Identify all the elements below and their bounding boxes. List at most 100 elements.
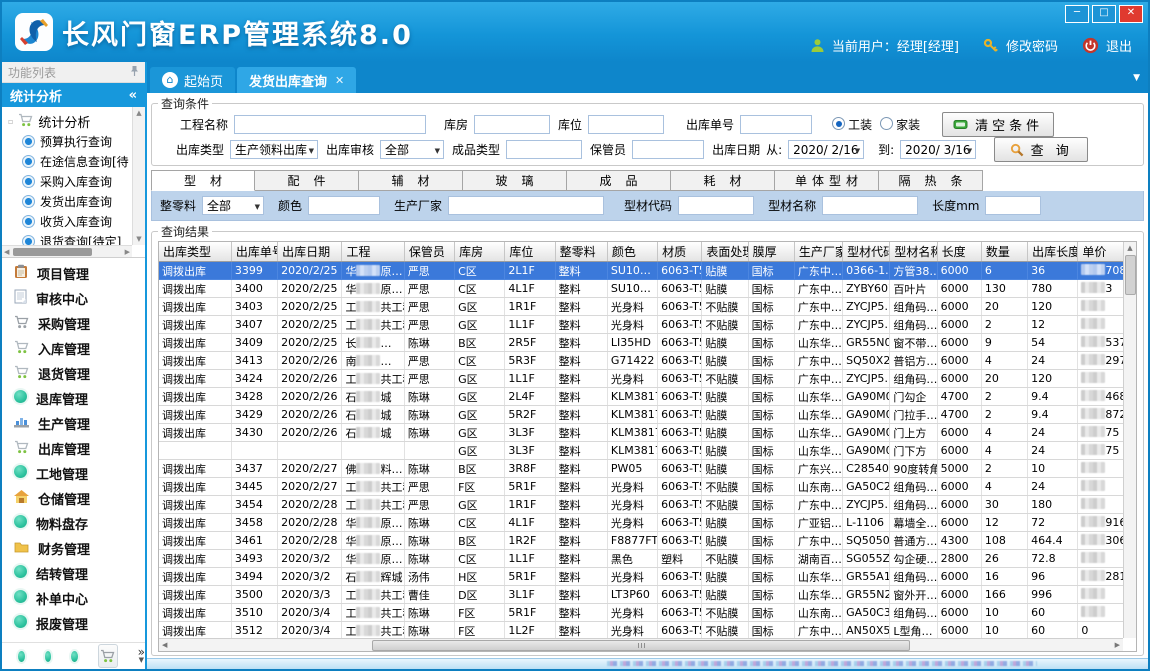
project-name-input[interactable] xyxy=(234,115,426,134)
radio-jiazhuang[interactable] xyxy=(880,117,893,130)
column-header[interactable]: 颜色 xyxy=(607,242,657,262)
collapse-icon[interactable]: « xyxy=(129,88,137,103)
sidebar-menu-item[interactable]: 仓储管理 xyxy=(2,486,145,511)
material-tab[interactable]: 型材 xyxy=(151,170,255,191)
sidebar-menu-item[interactable]: 财务管理 xyxy=(2,536,145,561)
scrollbar-thumb[interactable] xyxy=(13,248,91,256)
material-tab[interactable]: 玻璃 xyxy=(463,170,567,191)
table-row[interactable]: 调拨出库34452020/2/27工共工程严思F区5R1F整料光身料6063-T… xyxy=(159,478,1123,496)
keeper-input[interactable] xyxy=(632,140,704,159)
column-header[interactable]: 膜厚 xyxy=(748,242,794,262)
column-header[interactable]: 材质 xyxy=(658,242,702,262)
table-row[interactable]: 调拨出库34542020/2/28工共工程严思G区1R1F整料光身料6063-T… xyxy=(159,496,1123,514)
close-button[interactable]: ✕ xyxy=(1119,5,1143,23)
cart-module-button[interactable] xyxy=(98,644,118,668)
column-header[interactable]: 保管员 xyxy=(404,242,454,262)
sidebar-menu-item[interactable]: 项目管理 xyxy=(2,261,145,286)
search-button[interactable]: 查 询 xyxy=(994,137,1088,162)
sidebar-menu-item[interactable]: 出库管理 xyxy=(2,436,145,461)
date-to-picker[interactable]: 2020/ 3/16 xyxy=(900,140,976,159)
table-row[interactable]: 调拨出库34002020/2/25华原…严思C区4L1F整料SU10…6063-… xyxy=(159,280,1123,298)
sidebar-menu-item[interactable]: 结转管理 xyxy=(2,561,145,586)
zhengling-select[interactable]: 全部 xyxy=(202,196,264,215)
audit-select[interactable]: 全部 xyxy=(380,140,444,159)
table-row[interactable]: G区3L3F整料KLM38176063-T5贴膜国标山东华…GA90M09…门下… xyxy=(159,442,1123,460)
sidebar-menu-item[interactable]: 采购管理 xyxy=(2,311,145,336)
module-dot-icon[interactable] xyxy=(71,651,78,662)
date-from-picker[interactable]: 2020/ 2/16 xyxy=(788,140,864,159)
change-password-link[interactable]: 修改密码 xyxy=(1006,36,1058,55)
column-header[interactable]: 单价 xyxy=(1078,242,1123,262)
column-header[interactable]: 生产厂家 xyxy=(794,242,842,262)
tree-item[interactable]: 采购入库查询 xyxy=(8,171,145,191)
table-row[interactable]: 调拨出库33992020/2/25华原…严思C区2L1F整料SU10…6063-… xyxy=(159,262,1123,280)
logout-link[interactable]: 退出 xyxy=(1106,36,1132,55)
module-dot-icon[interactable] xyxy=(18,651,25,662)
scrollbar-thumb[interactable] xyxy=(372,640,910,651)
color-input[interactable] xyxy=(308,196,380,215)
material-tab[interactable]: 辅材 xyxy=(359,170,463,191)
tab-list-caret-icon[interactable]: ▼ xyxy=(1133,73,1140,83)
material-tab[interactable]: 成品 xyxy=(567,170,671,191)
column-header[interactable]: 型材代码 xyxy=(843,242,890,262)
sidebar-menu-item[interactable]: 入库管理 xyxy=(2,336,145,361)
table-row[interactable]: 调拨出库34132020/2/26南…严思C区5R3F整料G714226063-… xyxy=(159,352,1123,370)
column-header[interactable]: 型材名称 xyxy=(890,242,937,262)
sidebar-menu-item[interactable]: 工地管理 xyxy=(2,461,145,486)
table-row[interactable]: 调拨出库34612020/2/28华原…陈琳B区1R2F整料F8877FT606… xyxy=(159,532,1123,550)
column-header[interactable]: 工程 xyxy=(342,242,404,262)
out-type-select[interactable]: 生产领料出库 xyxy=(230,140,318,159)
material-tab[interactable]: 配件 xyxy=(255,170,359,191)
scrollbar-thumb[interactable] xyxy=(1125,255,1136,295)
product-type-input[interactable] xyxy=(506,140,582,159)
length-input[interactable] xyxy=(985,196,1041,215)
tree-item[interactable]: 发货出库查询 xyxy=(8,191,145,211)
table-row[interactable]: 调拨出库34372020/2/27佛料…陈琳B区3R8F整料PW056063-T… xyxy=(159,460,1123,478)
table-row[interactable]: 调拨出库35122020/3/4工共工程陈琳F区1L2F整料光身料6063-T5… xyxy=(159,622,1123,639)
column-header[interactable]: 长度 xyxy=(937,242,981,262)
table-row[interactable]: 调拨出库35102020/3/4工共工程陈琳F区5R1F整料光身料6063-T5… xyxy=(159,604,1123,622)
table-row[interactable]: 调拨出库34092020/2/25长…陈琳B区2R5F整料LI35HD6063-… xyxy=(159,334,1123,352)
table-row[interactable]: 调拨出库34282020/2/26石城陈琳G区2L4F整料KLM38176063… xyxy=(159,388,1123,406)
sidebar-menu-item[interactable]: 报废管理 xyxy=(2,611,145,636)
column-header[interactable]: 库房 xyxy=(455,242,505,262)
column-header[interactable]: 表面处理 xyxy=(702,242,748,262)
tree-item[interactable]: 收货入库查询 xyxy=(8,211,145,231)
radio-gongzhuang[interactable] xyxy=(832,117,845,130)
material-tab[interactable]: 单体型材 xyxy=(775,170,879,191)
tree-horizontal-scrollbar[interactable]: ◀▶ xyxy=(2,245,132,257)
table-row[interactable]: 调拨出库34032020/2/25工共工程严思G区1R1F整料光身料6063-T… xyxy=(159,298,1123,316)
table-row[interactable]: 调拨出库34582020/2/28华原…陈琳C区4L1F整料光身料6063-T5… xyxy=(159,514,1123,532)
column-header[interactable]: 出库类型 xyxy=(159,242,231,262)
tree-item[interactable]: 在途信息查询[待 xyxy=(8,151,145,171)
table-row[interactable]: 调拨出库35002020/3/3工共工程曹佳D区3L1F整料LT3P606063… xyxy=(159,586,1123,604)
table-row[interactable]: 调拨出库34942020/3/2石辉城汤伟H区5R1F整料光身料6063-T5贴… xyxy=(159,568,1123,586)
clear-conditions-button[interactable]: 清空条件 xyxy=(942,112,1054,137)
grid-vertical-scrollbar[interactable]: ▲ xyxy=(1123,242,1136,638)
profile-name-input[interactable] xyxy=(822,196,918,215)
minimize-button[interactable]: ─ xyxy=(1065,5,1089,23)
sidebar-menu-item[interactable]: 审核中心 xyxy=(2,286,145,311)
sidebar-menu-item[interactable]: 退库管理 xyxy=(2,386,145,411)
close-tab-icon[interactable]: ✕ xyxy=(335,74,344,87)
column-header[interactable]: 出库单号 xyxy=(231,242,277,262)
column-header[interactable]: 库位 xyxy=(505,242,555,262)
more-modules-button[interactable]: »▼ xyxy=(138,648,145,664)
table-row[interactable]: 调拨出库34292020/2/26石城陈琳G区5R2F整料KLM38176063… xyxy=(159,406,1123,424)
tree-vertical-scrollbar[interactable]: ▲▼ xyxy=(132,107,145,245)
warehouse-input[interactable] xyxy=(474,115,550,134)
grid-horizontal-scrollbar[interactable]: ◀ ▶ xyxy=(159,638,1123,651)
sidebar-section-header[interactable]: 统计分析 « xyxy=(2,83,145,107)
pin-icon[interactable] xyxy=(130,65,139,80)
sidebar-menu-item[interactable]: 补单中心 xyxy=(2,586,145,611)
order-no-input[interactable] xyxy=(740,115,812,134)
column-header[interactable]: 出库长度 xyxy=(1028,242,1078,262)
tree-root[interactable]: ▫统计分析 xyxy=(8,111,145,131)
tree-item[interactable]: 预算执行查询 xyxy=(8,131,145,151)
table-row[interactable]: 调拨出库34302020/2/26石城陈琳G区3L3F整料KLM38176063… xyxy=(159,424,1123,442)
maximize-button[interactable]: □ xyxy=(1092,5,1116,23)
column-header[interactable]: 出库日期 xyxy=(278,242,342,262)
sidebar-menu-item[interactable]: 生产管理 xyxy=(2,411,145,436)
location-input[interactable] xyxy=(588,115,664,134)
table-row[interactable]: 调拨出库34932020/3/2华原…陈琳C区1L1F整料黑色塑料不贴膜国标湖南… xyxy=(159,550,1123,568)
